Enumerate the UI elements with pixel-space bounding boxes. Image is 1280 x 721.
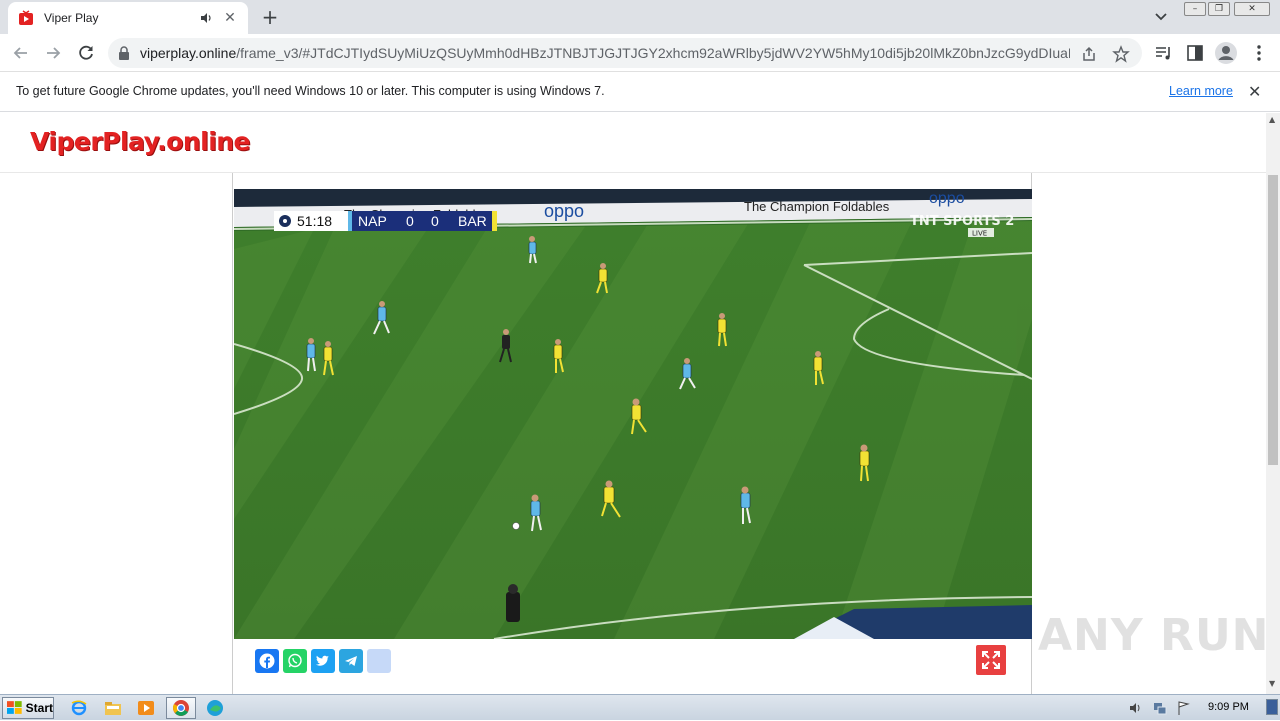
tab-close-icon[interactable]: ✕ [222,10,238,26]
system-tray [1120,695,1280,721]
bookmark-star-icon[interactable] [1112,45,1130,63]
tab-viper-play[interactable]: Viper Play ✕ [8,2,248,34]
file-explorer-icon[interactable] [102,698,124,718]
scroll-down-arrow-icon[interactable]: ▼ [1269,679,1275,688]
live-badge: LIVE [972,230,987,238]
twitter-icon [316,655,329,666]
taskbar-clock[interactable]: 9:09 PM [1208,701,1249,713]
tab-search-chevron-icon[interactable] [1150,8,1172,26]
tab-title: Viper Play [44,11,99,25]
internet-explorer-icon[interactable] [68,698,90,718]
viperplay-favicon-icon [19,10,33,25]
new-tab-button[interactable]: + [258,6,282,30]
telegram-icon [345,656,357,666]
start-label: Start [25,701,53,715]
telegram-share-button[interactable] [339,649,363,673]
edge-icon[interactable] [204,698,226,718]
away-team: BAR [458,213,487,229]
update-infobar: To get future Google Chrome updates, you… [0,72,1280,112]
more-share-button[interactable] [367,649,391,673]
player-frame: oppo The Champion Foldables The Champion… [232,173,1032,694]
ad-board-oppo-right: oppo [929,190,965,207]
away-score: 0 [431,213,439,229]
facebook-icon [259,653,275,669]
whatsapp-icon [288,653,302,668]
scroll-thumb[interactable] [1268,175,1278,465]
broadcaster-logo: TNT SPORTS 2 [910,214,1014,229]
show-desktop-button[interactable] [1266,699,1278,715]
anyrun-watermark: ANY RUN [1038,610,1270,661]
restore-button[interactable]: ❐ [1208,2,1230,16]
audio-playing-icon[interactable] [200,11,214,25]
lock-icon[interactable] [118,46,130,60]
chrome-icon [173,700,189,716]
network-icon[interactable] [1152,700,1168,716]
facebook-share-button[interactable] [255,649,279,673]
ad-board-foldables: The Champion Foldables [744,199,890,214]
media-control-icon[interactable] [1152,42,1174,64]
learn-more-link[interactable]: Learn more [1169,84,1233,98]
share-bar [255,649,391,673]
infobar-close-icon[interactable]: ✕ [1248,82,1261,101]
action-center-flag-icon[interactable] [1176,700,1192,716]
chrome-taskbar-button[interactable] [166,697,196,719]
url-text[interactable]: viperplay.online/frame_v3/#JTdCJTIydSUyM… [140,45,1070,61]
close-window-button[interactable]: ✕ [1234,2,1270,16]
browser-toolbar: viperplay.online/frame_v3/#JTdCJTIydSUyM… [0,34,1280,72]
whatsapp-share-button[interactable] [283,649,307,673]
expand-icon [982,651,1000,669]
fullscreen-button[interactable] [976,645,1006,675]
side-panel-icon[interactable] [1184,42,1206,64]
home-team: NAP [358,213,387,229]
site-logo[interactable]: ViperPlay.online [30,127,251,156]
forward-arrow-icon[interactable] [42,42,64,64]
start-button[interactable]: Start [2,697,54,719]
match-video-frame[interactable]: oppo The Champion Foldables The Champion… [234,189,1032,639]
volume-icon[interactable] [1128,700,1144,716]
home-score: 0 [406,213,414,229]
twitter-share-button[interactable] [311,649,335,673]
page-scrollbar[interactable]: ▲ ▼ [1266,113,1280,694]
page-content: ViperPlay.online oppo The Champion Folda… [0,113,1266,694]
media-player-icon[interactable] [135,698,157,718]
share-icon[interactable] [1080,45,1098,63]
profile-avatar-icon[interactable] [1214,41,1238,65]
video-player[interactable]: oppo The Champion Foldables The Champion… [234,189,1032,639]
windows-logo-icon [7,701,22,714]
reload-icon[interactable] [75,42,97,64]
site-header: ViperPlay.online [0,113,1266,173]
menu-kebab-icon[interactable] [1248,42,1270,64]
match-clock: 51:18 [297,213,332,229]
address-bar[interactable]: viperplay.online/frame_v3/#JTdCJTIydSUyM… [108,38,1142,68]
minimize-button[interactable]: – [1184,2,1206,16]
infobar-message: To get future Google Chrome updates, you… [16,84,605,98]
scroll-up-arrow-icon[interactable]: ▲ [1269,115,1275,124]
windows-taskbar: Start 9:09 PM [0,694,1280,720]
back-arrow-icon[interactable] [10,42,32,64]
tab-strip: Viper Play ✕ + – ❐ ✕ [0,0,1280,34]
ad-board-oppo: oppo [544,201,584,221]
